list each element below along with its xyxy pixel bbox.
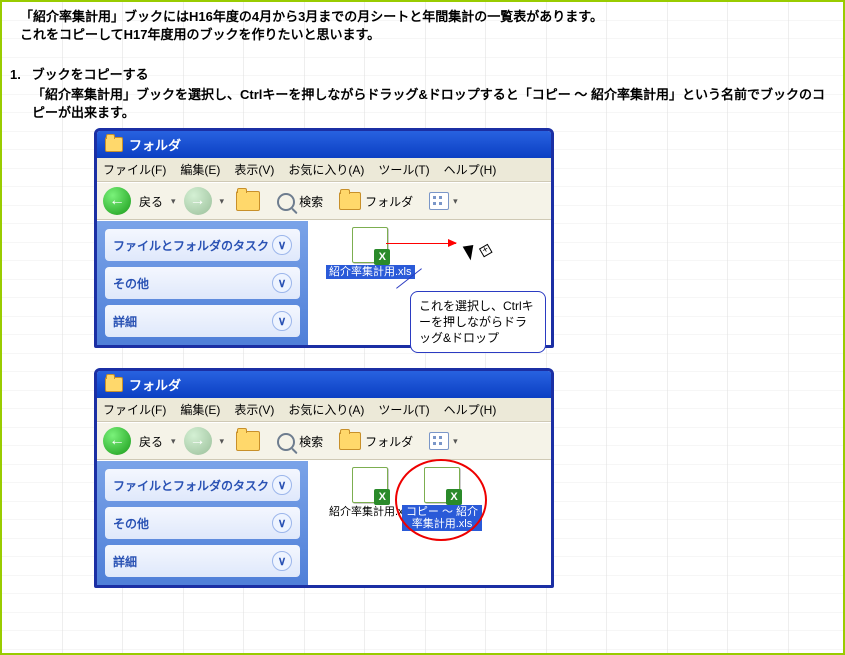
forward-dropdown-icon[interactable]: ▾ xyxy=(220,436,225,447)
views-dropdown-icon: ▾ xyxy=(453,436,458,447)
toolbar: ← 戻る ▾ → ▾ 検索 フォルダ ▾ xyxy=(97,182,551,220)
menu-tools[interactable]: ツール(T) xyxy=(378,401,429,418)
back-button[interactable]: ← xyxy=(103,427,131,455)
page-root: 「紹介率集計用」ブックにはH16年度の4月から3月までの月シートと年間集計の一覧… xyxy=(0,0,845,655)
menu-file[interactable]: ファイル(F) xyxy=(103,161,166,178)
side-detail[interactable]: 詳細 ∨ xyxy=(105,545,300,577)
chevron-down-icon: ∨ xyxy=(272,311,292,331)
back-dropdown-icon[interactable]: ▾ xyxy=(171,196,176,207)
views-icon xyxy=(429,432,449,450)
window-title: フォルダ xyxy=(129,135,181,154)
forward-dropdown-icon[interactable]: ▾ xyxy=(220,196,225,207)
intro-line-2: これをコピーしてH17年度用のブックを作りたいと思います。 xyxy=(20,26,833,44)
chevron-down-icon: ∨ xyxy=(272,513,292,533)
menubar: ファイル(F) 編集(E) 表示(V) お気に入り(A) ツール(T) ヘルプ(… xyxy=(97,158,551,182)
search-icon xyxy=(277,433,295,451)
menu-help[interactable]: ヘルプ(H) xyxy=(444,161,497,178)
folder-icon xyxy=(105,137,123,152)
views-dropdown-icon: ▾ xyxy=(453,196,458,207)
back-dropdown-icon[interactable]: ▾ xyxy=(171,436,176,447)
folder-up-icon xyxy=(236,191,260,211)
drag-arrow xyxy=(386,243,456,244)
window-titlebar[interactable]: フォルダ xyxy=(97,371,551,398)
folders-label: フォルダ xyxy=(365,193,413,210)
back-label: 戻る xyxy=(139,193,163,210)
side-detail[interactable]: 詳細 ∨ xyxy=(105,305,300,337)
explorer-window-2: フォルダ ファイル(F) 編集(E) 表示(V) お気に入り(A) ツール(T)… xyxy=(94,368,554,588)
explorer-window-1: フォルダ ファイル(F) 編集(E) 表示(V) お気に入り(A) ツール(T)… xyxy=(94,128,554,348)
search-button[interactable]: 検索 xyxy=(272,190,327,213)
search-label: 検索 xyxy=(299,433,323,450)
side-panel: ファイルとフォルダのタスク ∨ その他 ∨ 詳細 ∨ xyxy=(97,221,308,345)
chevron-down-icon: ∨ xyxy=(272,551,292,571)
menu-view[interactable]: 表示(V) xyxy=(234,161,274,178)
side-tasks-label: ファイルとフォルダのタスク xyxy=(113,237,269,254)
window-titlebar[interactable]: フォルダ xyxy=(97,131,551,158)
file-original-label: 紹介率集計用.xls xyxy=(326,265,415,279)
menu-edit[interactable]: 編集(E) xyxy=(180,401,220,418)
chevron-down-icon: ∨ xyxy=(272,273,292,293)
folder-up-icon xyxy=(236,431,260,451)
up-button[interactable] xyxy=(232,429,264,453)
search-button[interactable]: 検索 xyxy=(272,430,327,453)
menu-help[interactable]: ヘルプ(H) xyxy=(444,401,497,418)
content-pane[interactable]: 紹介率集計用.xls コピー 〜 紹介率集計用.xls xyxy=(308,461,551,585)
search-label: 検索 xyxy=(299,193,323,210)
side-other-label: その他 xyxy=(113,275,149,292)
chevron-down-icon: ∨ xyxy=(272,235,292,255)
side-tasks-label: ファイルとフォルダのタスク xyxy=(113,477,269,494)
folder-icon xyxy=(105,377,123,392)
intro-block: 「紹介率集計用」ブックにはH16年度の4月から3月までの月シートと年間集計の一覧… xyxy=(2,2,843,46)
back-label: 戻る xyxy=(139,433,163,450)
excel-file-icon xyxy=(352,227,388,263)
chevron-down-icon: ∨ xyxy=(272,475,292,495)
window-body: ファイルとフォルダのタスク ∨ その他 ∨ 詳細 ∨ 紹介率集 xyxy=(97,220,551,345)
back-button[interactable]: ← xyxy=(103,187,131,215)
file-original[interactable]: 紹介率集計用.xls xyxy=(326,227,415,279)
side-other-label: その他 xyxy=(113,515,149,532)
menubar: ファイル(F) 編集(E) 表示(V) お気に入り(A) ツール(T) ヘルプ(… xyxy=(97,398,551,422)
menu-view[interactable]: 表示(V) xyxy=(234,401,274,418)
side-detail-label: 詳細 xyxy=(113,313,137,330)
folders-label: フォルダ xyxy=(365,433,413,450)
menu-fav[interactable]: お気に入り(A) xyxy=(288,401,364,418)
window-body: ファイルとフォルダのタスク ∨ その他 ∨ 詳細 ∨ 紹介率集 xyxy=(97,460,551,585)
views-button[interactable]: ▾ xyxy=(425,430,462,452)
side-detail-label: 詳細 xyxy=(113,553,137,570)
step1-header: 1. ブックをコピーする xyxy=(2,46,843,86)
views-button[interactable]: ▾ xyxy=(425,190,462,212)
side-other[interactable]: その他 ∨ xyxy=(105,267,300,299)
menu-tools[interactable]: ツール(T) xyxy=(378,161,429,178)
content-pane[interactable]: 紹介率集計用.xls これを選択し、Ctrlキーを押しながらドラッグ&ドロップ xyxy=(308,221,551,345)
menu-fav[interactable]: お気に入り(A) xyxy=(288,161,364,178)
folders-icon xyxy=(339,432,361,450)
step1-number: 1. xyxy=(10,66,28,84)
side-other[interactable]: その他 ∨ xyxy=(105,507,300,539)
step1-body: 「紹介率集計用」ブックを選択し、Ctrlキーを押しながらドラッグ&ドロップすると… xyxy=(2,86,843,122)
side-tasks[interactable]: ファイルとフォルダのタスク ∨ xyxy=(105,469,300,501)
intro-line-1: 「紹介率集計用」ブックにはH16年度の4月から3月までの月シートと年間集計の一覧… xyxy=(20,8,833,26)
instruction-callout-text: これを選択し、Ctrlキーを押しながらドラッグ&ドロップ xyxy=(419,299,534,345)
folders-button[interactable]: フォルダ xyxy=(335,430,417,452)
menu-file[interactable]: ファイル(F) xyxy=(103,401,166,418)
highlight-circle xyxy=(395,459,487,541)
window-title: フォルダ xyxy=(129,375,181,394)
forward-button[interactable]: → xyxy=(184,187,212,215)
ctrl-drag-cursor-icon xyxy=(463,242,480,261)
folders-button[interactable]: フォルダ xyxy=(335,190,417,212)
instruction-callout: これを選択し、Ctrlキーを押しながらドラッグ&ドロップ xyxy=(410,291,546,353)
search-icon xyxy=(277,193,295,211)
forward-button[interactable]: → xyxy=(184,427,212,455)
window2-wrap: フォルダ ファイル(F) 編集(E) 表示(V) お気に入り(A) ツール(T)… xyxy=(94,368,843,588)
side-panel: ファイルとフォルダのタスク ∨ その他 ∨ 詳細 ∨ xyxy=(97,461,308,585)
excel-file-icon xyxy=(352,467,388,503)
up-button[interactable] xyxy=(232,189,264,213)
toolbar: ← 戻る ▾ → ▾ 検索 フォルダ ▾ xyxy=(97,422,551,460)
views-icon xyxy=(429,192,449,210)
window1-wrap: フォルダ ファイル(F) 編集(E) 表示(V) お気に入り(A) ツール(T)… xyxy=(94,128,843,348)
step1-title: ブックをコピーする xyxy=(32,67,149,82)
folders-icon xyxy=(339,192,361,210)
menu-edit[interactable]: 編集(E) xyxy=(180,161,220,178)
side-tasks[interactable]: ファイルとフォルダのタスク ∨ xyxy=(105,229,300,261)
